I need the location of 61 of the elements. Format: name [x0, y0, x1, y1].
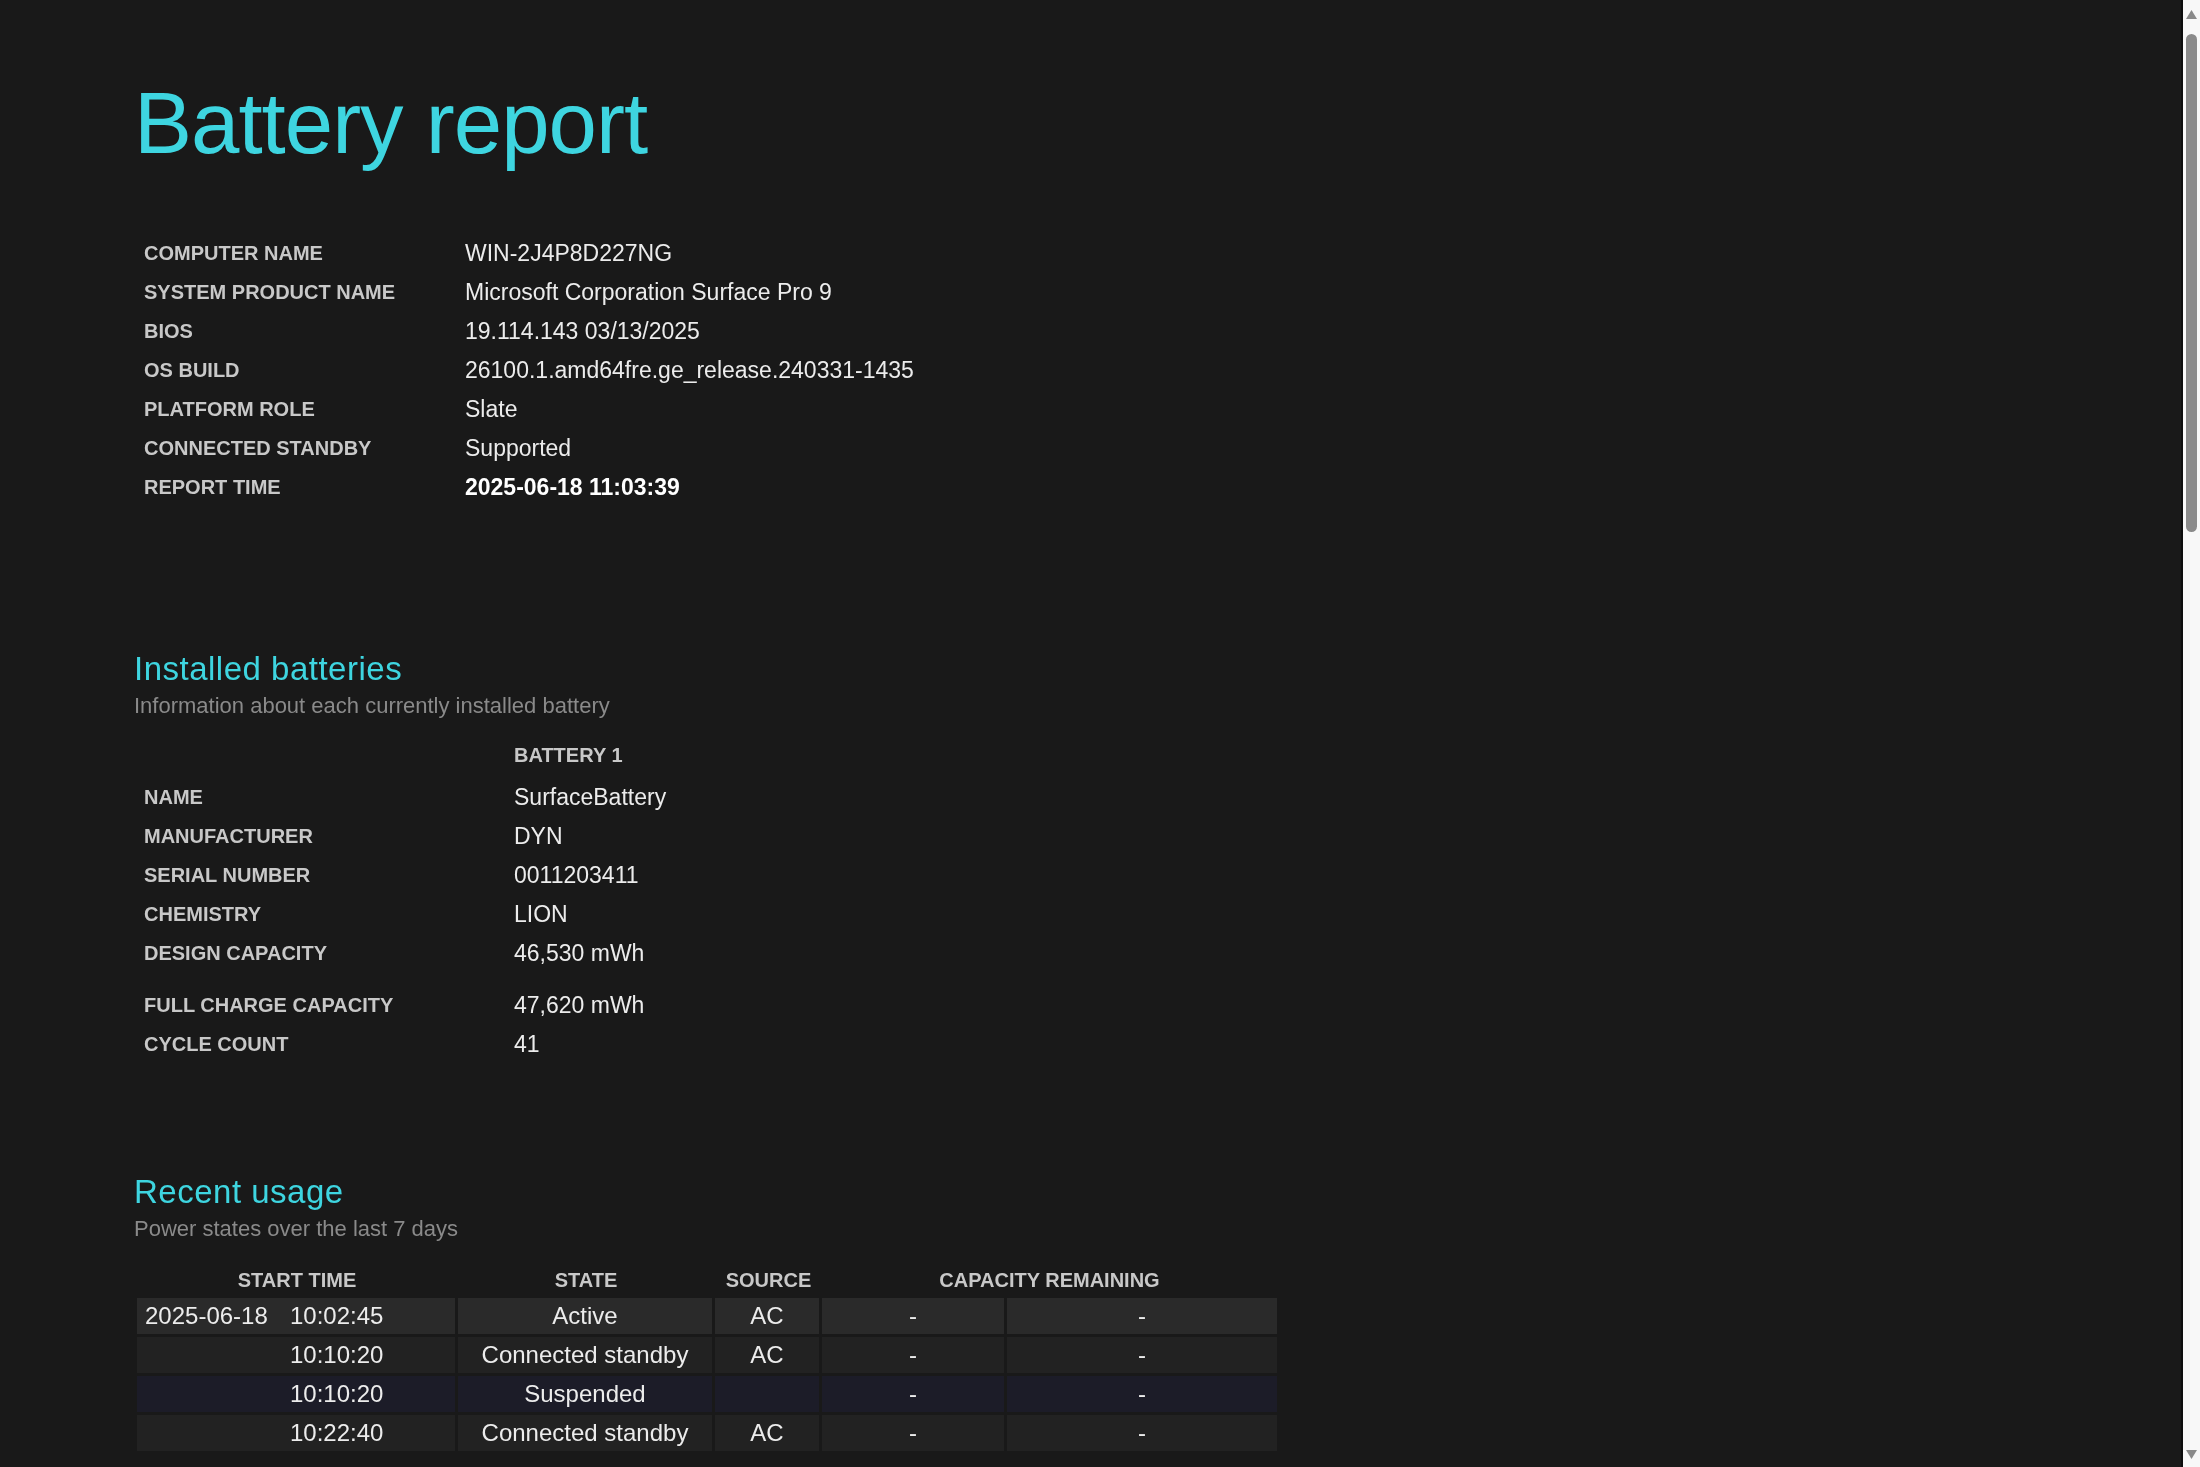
scroll-down-icon[interactable]: [2186, 1450, 2197, 1459]
battery-label: CHEMISTRY: [144, 902, 263, 927]
info-label: SYSTEM PRODUCT NAME: [144, 280, 397, 305]
scrollbar[interactable]: [2181, 0, 2200, 1467]
report-title: Battery report: [134, 73, 649, 173]
battery-label: CYCLE COUNT: [144, 1032, 290, 1057]
battery-value: 47,620 mWh: [514, 991, 645, 1020]
capacity-cell: -: [1007, 1376, 1277, 1412]
capacity-cell: -: [822, 1337, 1004, 1373]
info-value: WIN-2J4P8D227NG: [465, 239, 674, 268]
capacity-cell: -: [1007, 1298, 1277, 1334]
source-cell: AC: [715, 1415, 819, 1451]
battery-label: FULL CHARGE CAPACITY: [144, 993, 395, 1018]
section-subtitle: Power states over the last 7 days: [134, 1215, 460, 1243]
info-label: REPORT TIME: [144, 475, 282, 500]
capacity-cell: -: [822, 1298, 1004, 1334]
column-header: START TIME: [236, 1268, 358, 1292]
info-value: 26100.1.amd64fre.ge_release.240331-1435: [465, 356, 914, 385]
column-header: STATE: [553, 1268, 619, 1292]
info-value: Supported: [465, 434, 573, 463]
battery-value: 0011203411: [514, 861, 640, 890]
source-cell: AC: [715, 1298, 819, 1334]
battery-value: LION: [514, 900, 569, 929]
info-value: 2025-06-18 11:03:39: [465, 473, 681, 502]
info-value: 19.114.143 03/13/2025: [465, 317, 701, 346]
source-cell: AC: [715, 1337, 819, 1373]
scrollbar-thumb[interactable]: [2186, 34, 2197, 532]
capacity-cell: -: [1007, 1337, 1277, 1373]
start-time-cell: 10:10:20: [137, 1376, 455, 1412]
info-value: Microsoft Corporation Surface Pro 9: [465, 278, 833, 307]
battery-value: 46,530 mWh: [514, 939, 646, 968]
column-header: CAPACITY REMAINING: [938, 1268, 1161, 1292]
info-label: BIOS: [144, 319, 194, 344]
info-label: OS BUILD: [144, 358, 241, 383]
scroll-up-icon[interactable]: [2186, 10, 2197, 19]
state-cell: Suspended: [458, 1376, 712, 1412]
column-header: BATTERY 1: [514, 743, 623, 768]
start-time-cell: 10:22:40: [137, 1415, 455, 1451]
section-heading: Installed batteries: [134, 649, 404, 689]
info-value: Slate: [465, 395, 519, 424]
battery-label: SERIAL NUMBER: [144, 863, 312, 888]
start-time-cell: 2025-06-18 10:02:45: [137, 1298, 455, 1334]
capacity-cell: -: [1007, 1415, 1277, 1451]
info-label: PLATFORM ROLE: [144, 397, 316, 422]
capacity-cell: -: [822, 1376, 1004, 1412]
battery-label: NAME: [144, 785, 204, 810]
section-subtitle: Information about each currently installed battery: [134, 692, 611, 720]
battery-value: 41: [514, 1030, 541, 1059]
battery-value: DYN: [514, 822, 564, 851]
section-heading: Recent usage: [134, 1172, 345, 1212]
info-label: COMPUTER NAME: [144, 241, 324, 266]
battery-label: MANUFACTURER: [144, 824, 314, 849]
capacity-cell: -: [822, 1415, 1004, 1451]
column-header: SOURCE: [724, 1268, 813, 1292]
state-cell: Active: [458, 1298, 712, 1334]
state-cell: Connected standby: [458, 1337, 712, 1373]
start-time-cell: 10:10:20: [137, 1337, 455, 1373]
battery-label: DESIGN CAPACITY: [144, 941, 328, 966]
battery-value: SurfaceBattery: [514, 783, 667, 812]
state-cell: Connected standby: [458, 1415, 712, 1451]
info-label: CONNECTED STANDBY: [144, 436, 373, 461]
